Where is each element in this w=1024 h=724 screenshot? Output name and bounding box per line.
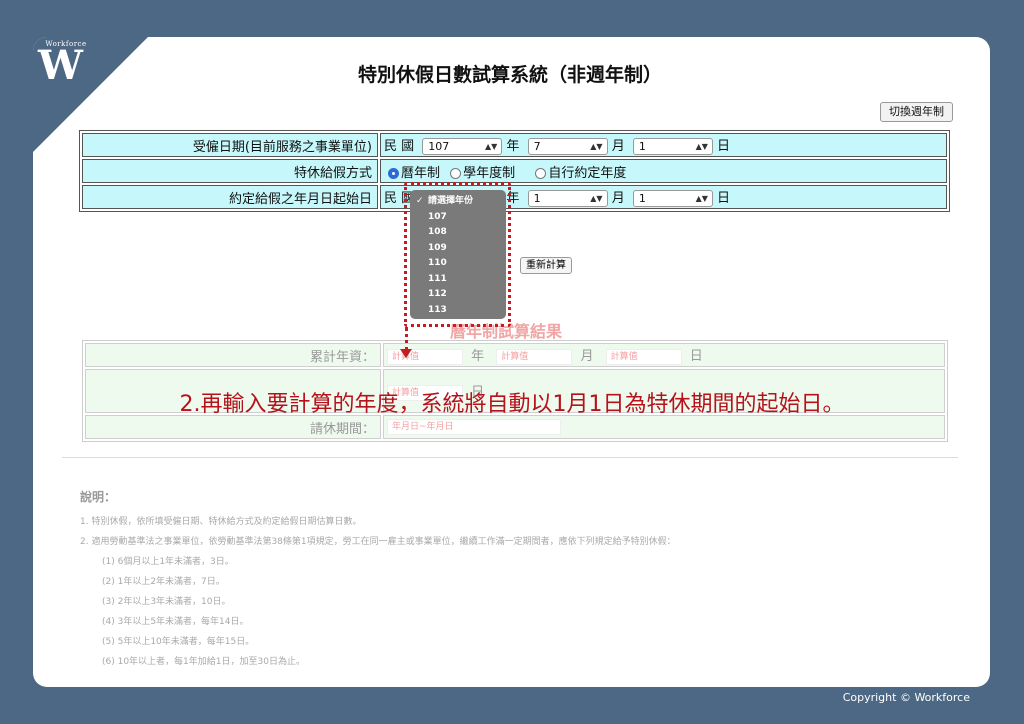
radio-label: 曆年制 — [401, 165, 441, 181]
unit-label: 月 — [580, 349, 594, 365]
method-options: 曆年制 學年度制 自行約定年度 — [380, 159, 947, 183]
notes-heading: 說明： — [80, 490, 117, 504]
note-item: 2. 適用勞動基準法之事業單位，依勞動基準法第38條第1項規定，勞工在同一雇主或… — [80, 537, 676, 547]
updown-icon: ▲▼ — [484, 142, 498, 151]
updown-icon: ▲▼ — [695, 142, 708, 151]
note-sub-item: (3) 2年以上3年未滿者，10日。 — [102, 597, 231, 607]
hire-date-label: 受僱日期(目前服務之事業單位) — [82, 133, 378, 157]
start-date-row: 約定給假之年月日起始日 民 國 ▲▼ 年 1▲▼ 月 1▲▼ 日 — [82, 185, 947, 209]
hire-day-select[interactable]: 1 ▲▼ — [632, 138, 713, 155]
years-output: 計算值 — [387, 348, 463, 365]
hire-date-fields: 民 國 107 ▲▼ 年 7 ▲▼ 月 1 ▲▼ 日 — [380, 133, 947, 157]
recalculate-button[interactable]: 重新計算 — [520, 257, 572, 274]
updown-icon: ▲▼ — [695, 194, 708, 203]
method-row: 特休給假方式 曆年制 學年度制 自行約定年度 — [82, 159, 947, 183]
hire-date-row: 受僱日期(目前服務之事業單位) 民 國 107 ▲▼ 年 7 ▲▼ 月 1 ▲▼ 日 — [82, 133, 947, 157]
leave-period-output: 年月日~年月日 — [387, 419, 561, 435]
divider — [62, 457, 958, 458]
radio-academic-year[interactable] — [450, 167, 462, 179]
hire-month-select[interactable]: 7 ▲▼ — [527, 138, 608, 155]
toggle-anniversary-button[interactable]: 切換週年制 — [880, 102, 953, 122]
notes-section: 說明： 1. 特別休假，依所填受僱日期、特休給方式及約定給假日期估算日數。 2.… — [80, 488, 940, 672]
start-date-label: 約定給假之年月日起始日 — [82, 185, 378, 209]
start-month-select[interactable]: 1 ▲▼ — [527, 190, 608, 207]
radio-custom-year[interactable] — [535, 167, 547, 179]
radio-label: 自行約定年度 — [548, 165, 627, 181]
month-unit: 月 — [611, 191, 625, 206]
start-day-select[interactable]: 1 ▲▼ — [632, 190, 713, 207]
note-item: 1. 特別休假，依所填受僱日期、特休給方式及約定給假日期估算日數。 — [80, 517, 362, 527]
result-row: 請休期間： 年月日~年月日 — [85, 415, 945, 439]
note-sub-item: (6) 10年以上者，每1年加給1日，加至30日為止。 — [102, 657, 305, 667]
annotation-highlight-box — [404, 182, 511, 327]
workforce-logo: Workforce W — [38, 40, 87, 89]
copyright-text: Copyright © Workforce — [842, 691, 970, 704]
hire-year-select[interactable]: 107 ▲▼ — [422, 138, 503, 155]
page-title: 特別休假日數試算系統（非週年制） — [357, 64, 662, 86]
day-unit: 日 — [717, 191, 731, 206]
leave-period-label: 請休期間： — [85, 415, 381, 439]
radio-calendar-year[interactable] — [388, 167, 399, 179]
note-sub-item: (4) 3年以上5年未滿者，每年14日。 — [102, 617, 249, 627]
roc-prefix: 民 國 — [384, 139, 415, 154]
unit-label: 日 — [689, 349, 703, 365]
year-unit: 年 — [506, 139, 520, 154]
days-output: 計算值 — [605, 348, 682, 365]
months-output: 計算值 — [496, 348, 573, 365]
note-sub-item: (1) 6個月以上1年未滿者，3日。 — [102, 557, 234, 567]
note-sub-item: (5) 5年以上10年未滿者，每年15日。 — [102, 637, 255, 647]
seniority-label: 累計年資： — [85, 343, 381, 367]
unit-label: 年 — [471, 349, 485, 365]
result-row: 累計年資： 計算值 年 計算值 月 計算值 日 — [85, 343, 945, 367]
annotation-line — [405, 327, 408, 351]
updown-icon: ▲▼ — [590, 142, 603, 151]
annotation-arrow-icon — [400, 349, 412, 358]
method-label: 特休給假方式 — [82, 159, 378, 183]
input-form: 受僱日期(目前服務之事業單位) 民 國 107 ▲▼ 年 7 ▲▼ 月 1 ▲▼ 日 … — [79, 130, 950, 212]
updown-icon: ▲▼ — [590, 194, 603, 203]
month-unit: 月 — [611, 139, 625, 154]
instruction-caption: 2.再輸入要計算的年度，系統將自動以1月1日為特休期間的起始日。 — [179, 392, 845, 417]
note-sub-item: (2) 1年以上2年未滿者，7日。 — [102, 577, 225, 587]
day-unit: 日 — [717, 139, 731, 154]
radio-label: 學年度制 — [463, 165, 516, 181]
